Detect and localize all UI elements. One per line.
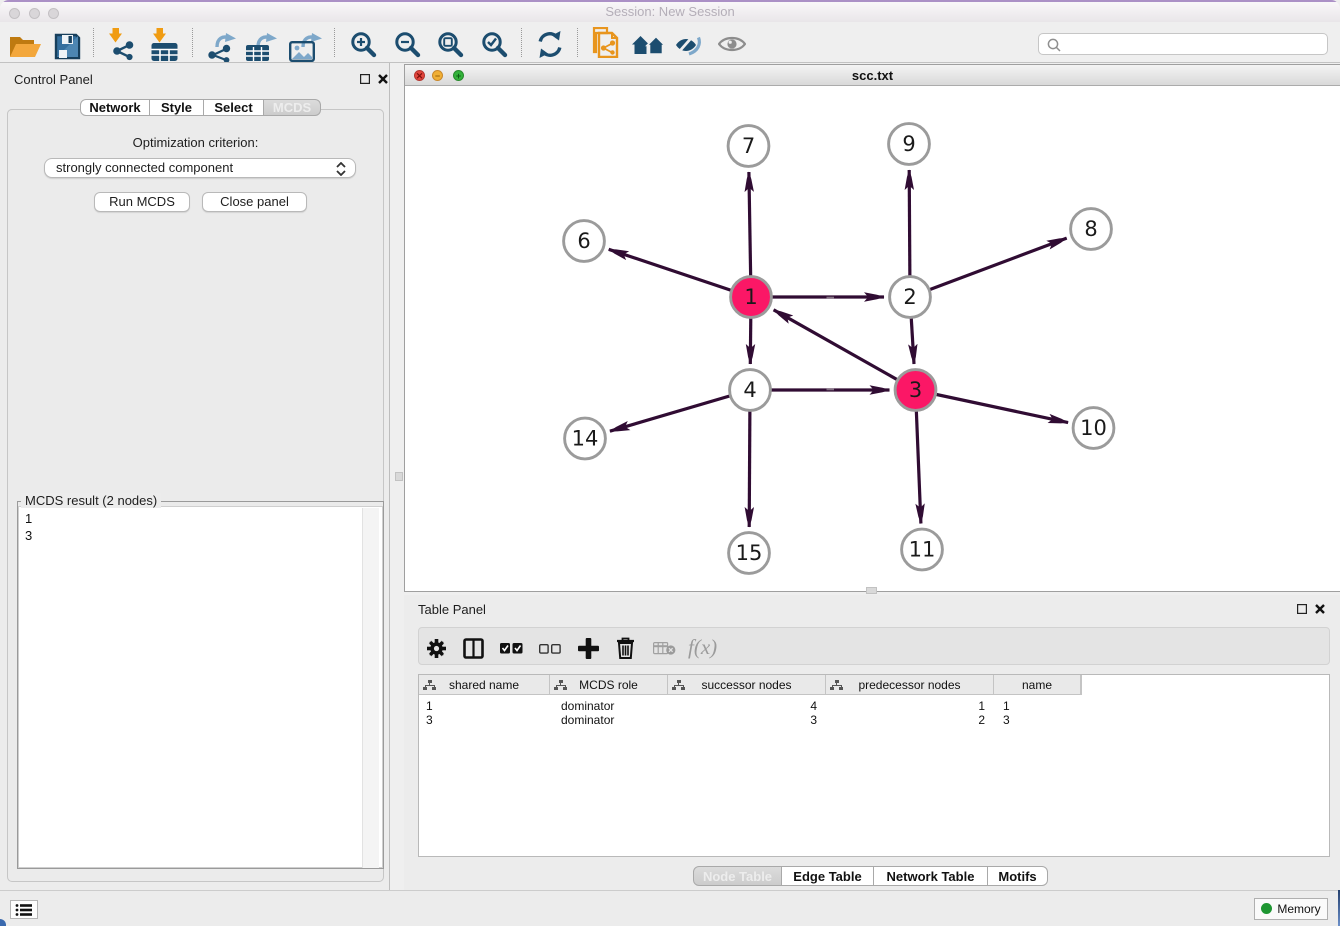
svg-text:15: 15 — [736, 541, 763, 565]
svg-text:11: 11 — [909, 538, 936, 562]
svg-text:10: 10 — [1080, 416, 1107, 440]
svg-text:2: 2 — [903, 285, 916, 309]
svg-text:1: 1 — [744, 285, 757, 309]
svg-text:3: 3 — [909, 378, 922, 402]
svg-text:7: 7 — [742, 134, 755, 158]
svg-text:9: 9 — [902, 132, 915, 156]
svg-text:6: 6 — [577, 229, 590, 253]
svg-text:14: 14 — [572, 427, 599, 451]
svg-text:8: 8 — [1084, 217, 1097, 241]
svg-text:4: 4 — [743, 378, 756, 402]
